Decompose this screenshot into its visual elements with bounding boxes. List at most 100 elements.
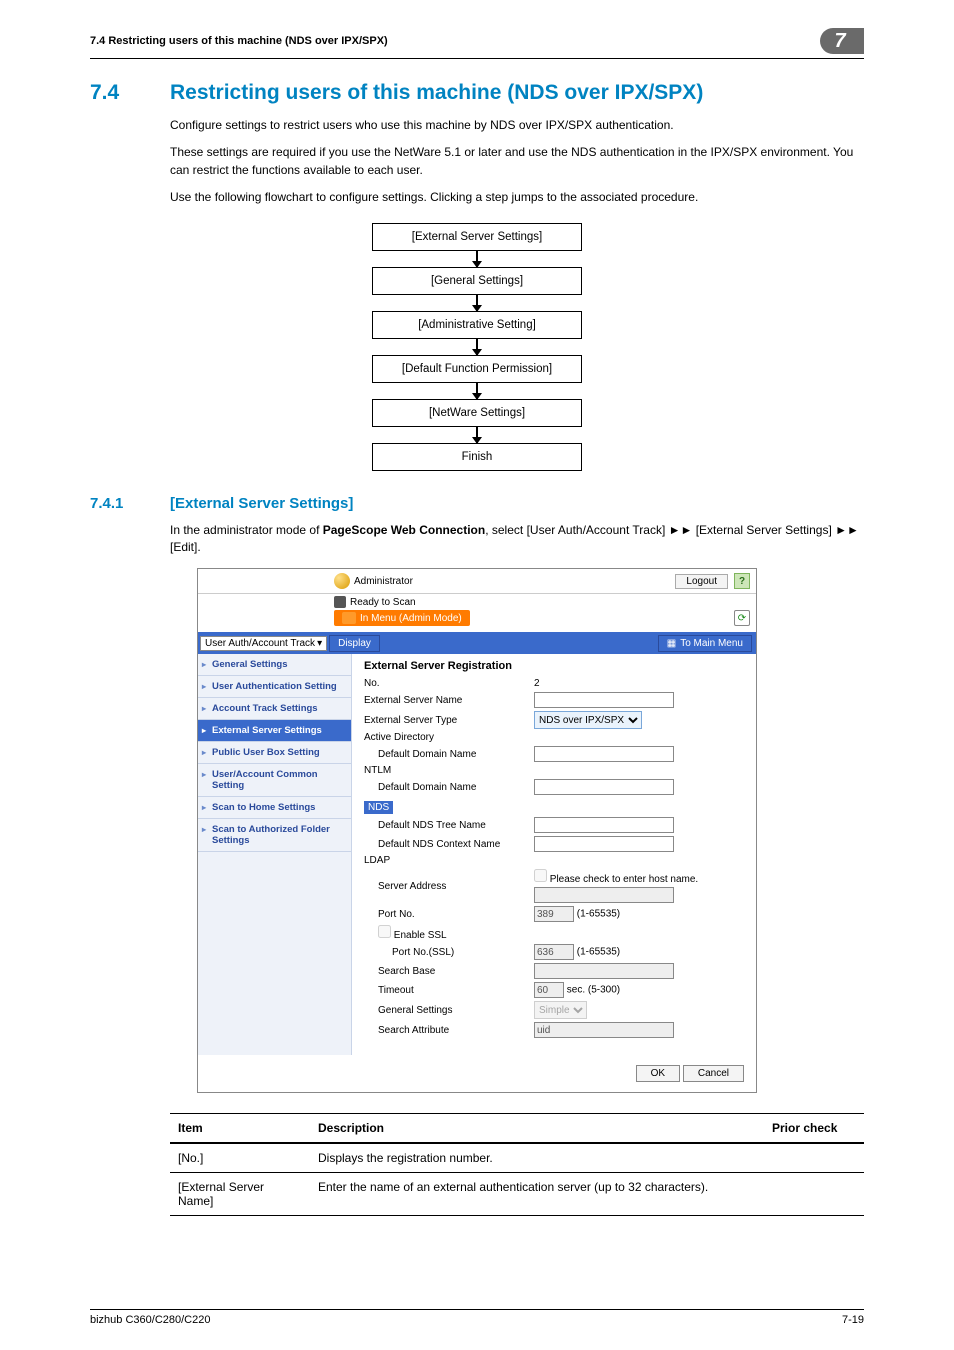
ok-button[interactable]: OK [636,1065,680,1082]
ext-name-input[interactable] [534,692,674,708]
cell-check [764,1173,864,1216]
ext-type-label: External Server Type [364,715,534,726]
chapter-badge: 7 [820,28,864,54]
intro-p2: These settings are required if you use t… [170,144,864,179]
port-no-label: Port No. [364,909,534,920]
nds-tree-input[interactable] [534,817,674,833]
panel-heading: External Server Registration [364,660,744,672]
to-main-menu-button[interactable]: ▦ To Main Menu [658,635,752,652]
general-settings-select: Simple [534,1001,587,1019]
instr-prefix: In the administrator mode of [170,523,323,537]
th-item: Item [170,1114,310,1144]
ext-type-select[interactable]: NDS over IPX/SPX [534,711,642,729]
flow-arrow-icon [476,339,478,355]
help-icon[interactable]: ? [734,573,750,589]
logout-button[interactable]: Logout [675,574,728,589]
to-main-menu-label: To Main Menu [680,638,743,649]
flow-default-function-permission[interactable]: [Default Function Permission] [372,355,582,383]
category-select[interactable]: User Auth/Account Track ▾ [200,636,327,651]
instr-product: PageScope Web Connection [323,523,485,537]
cell-desc: Enter the name of an external authentica… [310,1173,764,1216]
search-base-input [534,963,674,979]
sidebar-item-external-server[interactable]: External Server Settings [198,720,351,742]
timeout-label: Timeout [364,985,534,996]
intro-p1: Configure settings to restrict users who… [170,117,864,134]
nds-context-input[interactable] [534,836,674,852]
table-row: [No.] Displays the registration number. [170,1143,864,1173]
ad-heading: Active Directory [364,732,744,743]
menu-grid-icon: ▦ [667,638,676,649]
admin-label: Administrator [354,576,413,587]
cell-item: [External Server Name] [170,1173,310,1216]
footer-page: 7-19 [842,1314,864,1326]
port-ssl-input [534,944,574,960]
no-label: No. [364,678,534,689]
ntlm-domain-label: Default Domain Name [364,782,534,793]
cell-check [764,1143,864,1173]
section-title-text: Restricting users of this machine (NDS o… [170,81,703,104]
subsection-number: 7.4.1 [90,495,170,512]
status-area: Ready to Scan In Menu (Admin Mode) ⟳ [328,594,756,632]
flowchart: [External Server Settings] [General Sett… [372,223,582,471]
ntlm-domain-input[interactable] [534,779,674,795]
server-address-input [534,887,674,903]
nds-heading: NDS [364,801,393,814]
footer-model: bizhub C360/C280/C220 [90,1314,210,1326]
category-select-value: User Auth/Account Track [205,638,315,649]
ad-domain-label: Default Domain Name [364,749,534,760]
subsection-instruction: In the administrator mode of PageScope W… [170,522,864,557]
sidebar: General Settings User Authentication Set… [198,654,352,1055]
sidebar-item-user-account-common[interactable]: User/Account Common Setting [198,764,351,797]
button-row: OK Cancel [198,1055,756,1092]
ext-name-label: External Server Name [364,695,534,706]
folder-icon [342,612,356,624]
flow-arrow-icon [476,295,478,311]
section-title: 7.4Restricting users of this machine (ND… [90,81,864,105]
content-panel: External Server Registration No. 2 Exter… [352,654,756,1055]
description-table: Item Description Prior check [No.] Displ… [170,1113,864,1216]
port-no-range: (1-65535) [577,909,620,920]
nav-band: User Auth/Account Track ▾ Display ▦ To M… [198,632,756,654]
th-description: Description [310,1114,764,1144]
host-name-checkbox [534,869,547,882]
printer-icon [334,596,346,608]
sidebar-item-general[interactable]: General Settings [198,654,351,676]
no-value: 2 [534,678,540,689]
flow-administrative-setting[interactable]: [Administrative Setting] [372,311,582,339]
refresh-icon[interactable]: ⟳ [734,610,750,626]
topbar: Administrator Logout ? [198,569,756,594]
search-attr-label: Search Attribute [364,1025,534,1036]
sidebar-item-account-track[interactable]: Account Track Settings [198,698,351,720]
ldap-heading: LDAP [364,855,744,866]
flow-finish: Finish [372,443,582,471]
nds-tree-label: Default NDS Tree Name [364,820,534,831]
subsection-title: 7.4.1[External Server Settings] [90,495,864,512]
cancel-button[interactable]: Cancel [683,1065,744,1082]
ad-domain-input[interactable] [534,746,674,762]
display-button[interactable]: Display [329,635,380,652]
server-address-label: Server Address [364,881,534,892]
flow-general-settings[interactable]: [General Settings] [372,267,582,295]
port-no-input [534,906,574,922]
port-ssl-label: Port No.(SSL) [364,947,534,958]
sidebar-item-scan-to-authorized[interactable]: Scan to Authorized Folder Settings [198,819,351,852]
enable-ssl-checkbox [378,925,391,938]
ntlm-heading: NTLM [364,765,744,776]
intro-p3: Use the following flowchart to configure… [170,189,864,206]
th-prior-check: Prior check [764,1114,864,1144]
status-ready: Ready to Scan [350,597,416,608]
chevron-down-icon: ▾ [317,638,322,649]
flow-arrow-icon [476,383,478,399]
sidebar-item-public-user-box[interactable]: Public User Box Setting [198,742,351,764]
general-settings-label: General Settings [364,1005,534,1016]
running-header: 7.4 Restricting users of this machine (N… [90,28,864,59]
flow-external-server[interactable]: [External Server Settings] [372,223,582,251]
flow-arrow-icon [476,427,478,443]
sidebar-item-scan-to-home[interactable]: Scan to Home Settings [198,797,351,819]
nds-context-label: Default NDS Context Name [364,839,534,850]
table-row: [External Server Name] Enter the name of… [170,1173,864,1216]
search-base-label: Search Base [364,966,534,977]
mode-chip: In Menu (Admin Mode) [334,610,470,626]
sidebar-item-user-auth[interactable]: User Authentication Setting [198,676,351,698]
flow-netware-settings[interactable]: [NetWare Settings] [372,399,582,427]
